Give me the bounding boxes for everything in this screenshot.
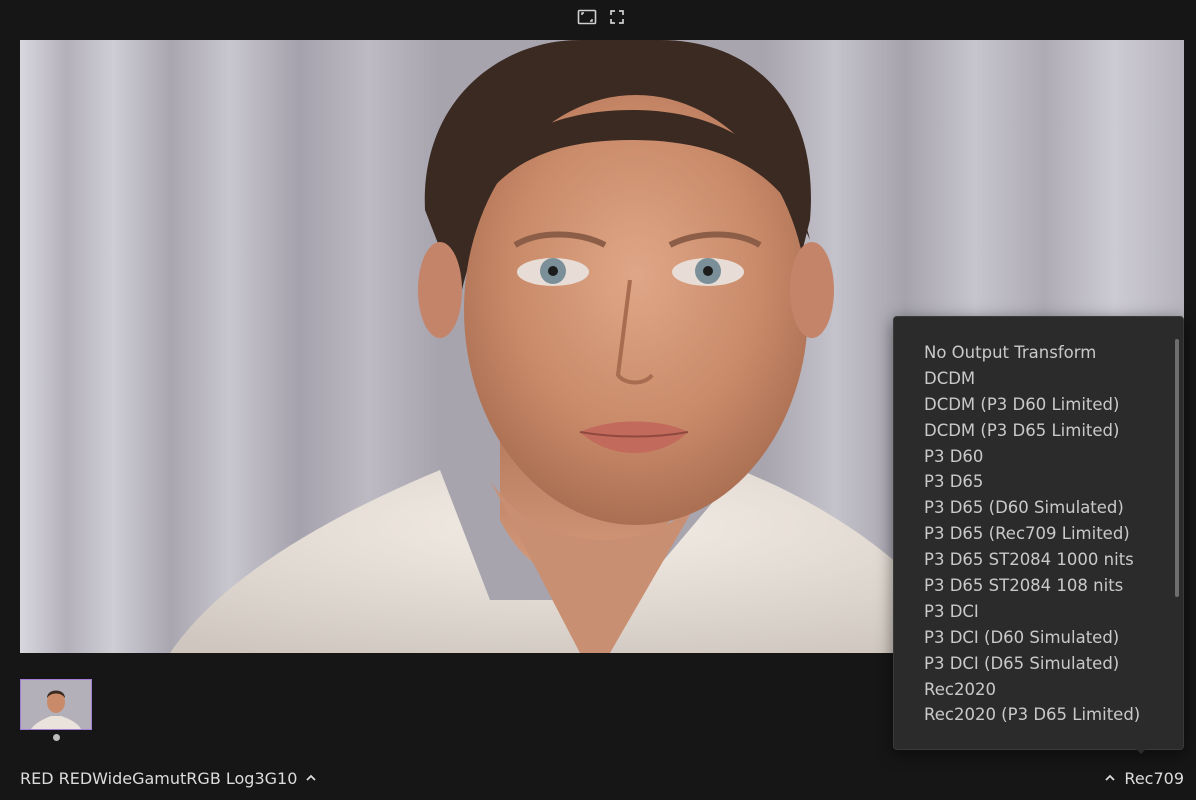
fullscreen-icon	[610, 10, 624, 24]
output-transform-label: Rec709	[1124, 768, 1184, 788]
input-transform-selector[interactable]: RED REDWideGamutRGB Log3G10	[20, 767, 317, 789]
viewer-toolbar	[0, 0, 1196, 36]
option-item[interactable]: P3 D65 (Rec709 Limited)	[924, 521, 1140, 547]
output-transform-dropdown[interactable]: No Output Transform DCDM DCDM (P3 D60 Li…	[893, 316, 1184, 754]
option-item[interactable]: DCDM (P3 D65 Limited)	[924, 418, 1140, 444]
chevron-up-icon	[1105, 774, 1116, 781]
option-item[interactable]: P3 DCI (D65 Simulated)	[924, 651, 1140, 677]
thumbnail-image	[21, 680, 91, 729]
fit-to-window-icon	[577, 9, 597, 25]
option-item[interactable]: P3 DCI	[924, 599, 1140, 625]
clip-thumbnail[interactable]	[20, 679, 92, 730]
thumbnail-indicator-dot	[53, 734, 60, 741]
option-item[interactable]: P3 DCI (D60 Simulated)	[924, 625, 1140, 651]
option-item[interactable]: Rec2020	[924, 677, 1140, 703]
option-item[interactable]: DCDM (P3 D60 Limited)	[924, 392, 1140, 418]
option-item[interactable]: P3 D65 ST2084 108 nits	[924, 573, 1140, 599]
output-transform-selector[interactable]: Rec709	[1104, 767, 1184, 789]
dropdown-scrollbar[interactable]	[1175, 339, 1179, 597]
option-item[interactable]: DCDM	[924, 366, 1140, 392]
option-item[interactable]: P3 D65 ST2084 1000 nits	[924, 547, 1140, 573]
fit-to-window-button[interactable]	[577, 7, 597, 27]
output-transform-options: No Output Transform DCDM DCDM (P3 D60 Li…	[924, 340, 1140, 728]
option-item[interactable]: P3 D65 (D60 Simulated)	[924, 495, 1140, 521]
dropdown-caret	[1134, 747, 1148, 754]
input-transform-label: RED REDWideGamutRGB Log3G10	[20, 768, 298, 788]
option-item[interactable]: P3 D65	[924, 469, 1140, 495]
fullscreen-button[interactable]	[607, 7, 627, 27]
chevron-up-icon	[306, 774, 317, 781]
app-window: RED REDWideGamutRGB Log3G10 Rec709 No Ou…	[0, 0, 1196, 800]
option-item[interactable]: No Output Transform	[924, 340, 1140, 366]
option-item[interactable]: Rec2020 (P3 D65 Limited)	[924, 702, 1140, 728]
option-item[interactable]: P3 D60	[924, 444, 1140, 470]
